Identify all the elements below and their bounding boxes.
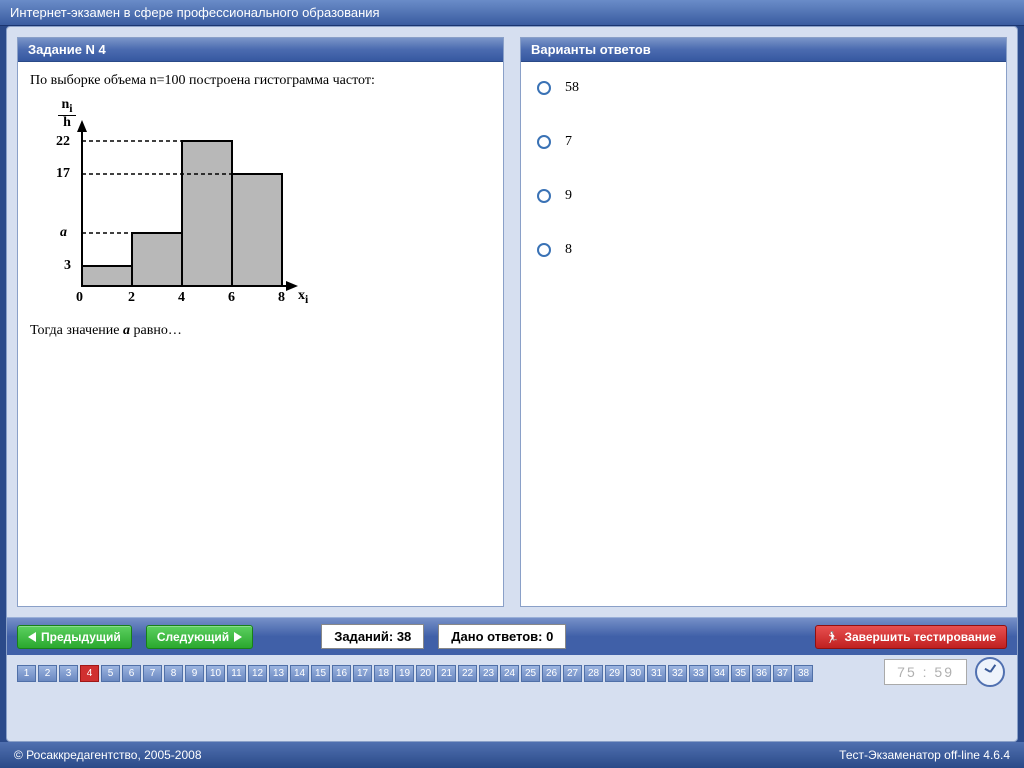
ylabel-den: h [63, 115, 71, 130]
question-panel-header: Задание N 4 [18, 38, 503, 62]
question-nav-11[interactable]: 11 [227, 665, 246, 682]
question-nav-35[interactable]: 35 [731, 665, 750, 682]
next-button[interactable]: Следующий [146, 625, 253, 649]
question-nav-19[interactable]: 19 [395, 665, 414, 682]
radio-icon[interactable] [537, 189, 551, 203]
question-nav-10[interactable]: 10 [206, 665, 225, 682]
question-body: По выборке объема n=100 построена гистог… [18, 62, 503, 606]
question-nav-5[interactable]: 5 [101, 665, 120, 682]
ytick-17: 17 [56, 166, 70, 182]
question-nav-12[interactable]: 12 [248, 665, 267, 682]
xtick-6: 6 [228, 290, 235, 306]
finish-button[interactable]: Завершить тестирование [815, 625, 1007, 649]
radio-icon[interactable] [537, 135, 551, 149]
total-tasks-box: Заданий: 38 [321, 624, 424, 649]
question-nav-18[interactable]: 18 [374, 665, 393, 682]
question-nav-32[interactable]: 32 [668, 665, 687, 682]
answer-option-3[interactable]: 9 [533, 182, 994, 236]
footer-right: Тест-Экзаменатор off-line 4.6.4 [839, 748, 1010, 762]
xtick-8: 8 [278, 290, 285, 306]
answered-box: Дано ответов: 0 [438, 624, 566, 649]
question-nav-27[interactable]: 27 [563, 665, 582, 682]
question-nav-4[interactable]: 4 [80, 665, 99, 682]
next-label: Следующий [157, 630, 229, 644]
ytick-3: 3 [64, 258, 71, 274]
arrow-left-icon [28, 632, 36, 642]
run-icon [826, 630, 840, 644]
histogram-chart: ni h [30, 96, 310, 316]
answer-label: 9 [565, 188, 572, 204]
question-text-after: Тогда значение a равно… [30, 322, 491, 340]
footer-bar: © Росаккредагентство, 2005-2008 Тест-Экз… [0, 742, 1024, 768]
question-nav-7[interactable]: 7 [143, 665, 162, 682]
app-body: Задание N 4 По выборке объема n=100 пост… [6, 26, 1018, 742]
clock-icon [975, 657, 1005, 687]
question-nav-34[interactable]: 34 [710, 665, 729, 682]
arrow-right-icon [234, 632, 242, 642]
question-nav-36[interactable]: 36 [752, 665, 771, 682]
xtick-2: 2 [128, 290, 135, 306]
xlabel: xi [298, 288, 308, 306]
question-number-bar: 1234567891011121314151617181920212223242… [7, 655, 1017, 691]
question-nav-31[interactable]: 31 [647, 665, 666, 682]
question-nav-22[interactable]: 22 [458, 665, 477, 682]
question-nav-16[interactable]: 16 [332, 665, 351, 682]
question-nav-8[interactable]: 8 [164, 665, 183, 682]
question-nav-29[interactable]: 29 [605, 665, 624, 682]
xtick-0: 0 [76, 290, 83, 306]
timer-display: 75 : 59 [884, 659, 967, 685]
ytick-a: a [60, 225, 67, 241]
question-nav-38[interactable]: 38 [794, 665, 813, 682]
question-nav-21[interactable]: 21 [437, 665, 456, 682]
question-nav-1[interactable]: 1 [17, 665, 36, 682]
answer-label: 7 [565, 134, 572, 150]
question-nav-24[interactable]: 24 [500, 665, 519, 682]
question-nav-14[interactable]: 14 [290, 665, 309, 682]
radio-icon[interactable] [537, 243, 551, 257]
radio-icon[interactable] [537, 81, 551, 95]
xtick-4: 4 [178, 290, 185, 306]
window-title-bar: Интернет-экзамен в сфере профессионально… [0, 0, 1024, 26]
question-nav-20[interactable]: 20 [416, 665, 435, 682]
question-text-before: По выборке объема n=100 построена гистог… [30, 72, 491, 90]
answers-panel: Варианты ответов 58 7 9 8 [520, 37, 1007, 607]
question-nav-23[interactable]: 23 [479, 665, 498, 682]
prev-label: Предыдущий [41, 630, 121, 644]
question-nav-30[interactable]: 30 [626, 665, 645, 682]
ytick-22: 22 [56, 134, 70, 150]
question-nav-17[interactable]: 17 [353, 665, 372, 682]
answer-option-2[interactable]: 7 [533, 128, 994, 182]
question-nav-9[interactable]: 9 [185, 665, 204, 682]
answer-label: 58 [565, 80, 579, 96]
ylabel-num: ni [61, 97, 72, 112]
question-nav-26[interactable]: 26 [542, 665, 561, 682]
question-nav-3[interactable]: 3 [59, 665, 78, 682]
answer-label: 8 [565, 242, 572, 258]
nav-bar: Предыдущий Следующий Заданий: 38 Дано от… [7, 617, 1017, 655]
answers-body: 58 7 9 8 [521, 62, 1006, 606]
question-nav-13[interactable]: 13 [269, 665, 288, 682]
question-panel: Задание N 4 По выборке объема n=100 пост… [17, 37, 504, 607]
prev-button[interactable]: Предыдущий [17, 625, 132, 649]
footer-left: © Росаккредагентство, 2005-2008 [14, 748, 202, 762]
question-nav-37[interactable]: 37 [773, 665, 792, 682]
finish-label: Завершить тестирование [844, 630, 996, 644]
window-title: Интернет-экзамен в сфере профессионально… [10, 5, 380, 20]
answer-option-4[interactable]: 8 [533, 236, 994, 290]
question-nav-28[interactable]: 28 [584, 665, 603, 682]
question-nav-6[interactable]: 6 [122, 665, 141, 682]
question-nav-2[interactable]: 2 [38, 665, 57, 682]
question-nav-33[interactable]: 33 [689, 665, 708, 682]
answers-panel-header: Варианты ответов [521, 38, 1006, 62]
answer-option-1[interactable]: 58 [533, 74, 994, 128]
question-nav-25[interactable]: 25 [521, 665, 540, 682]
question-nav-15[interactable]: 15 [311, 665, 330, 682]
